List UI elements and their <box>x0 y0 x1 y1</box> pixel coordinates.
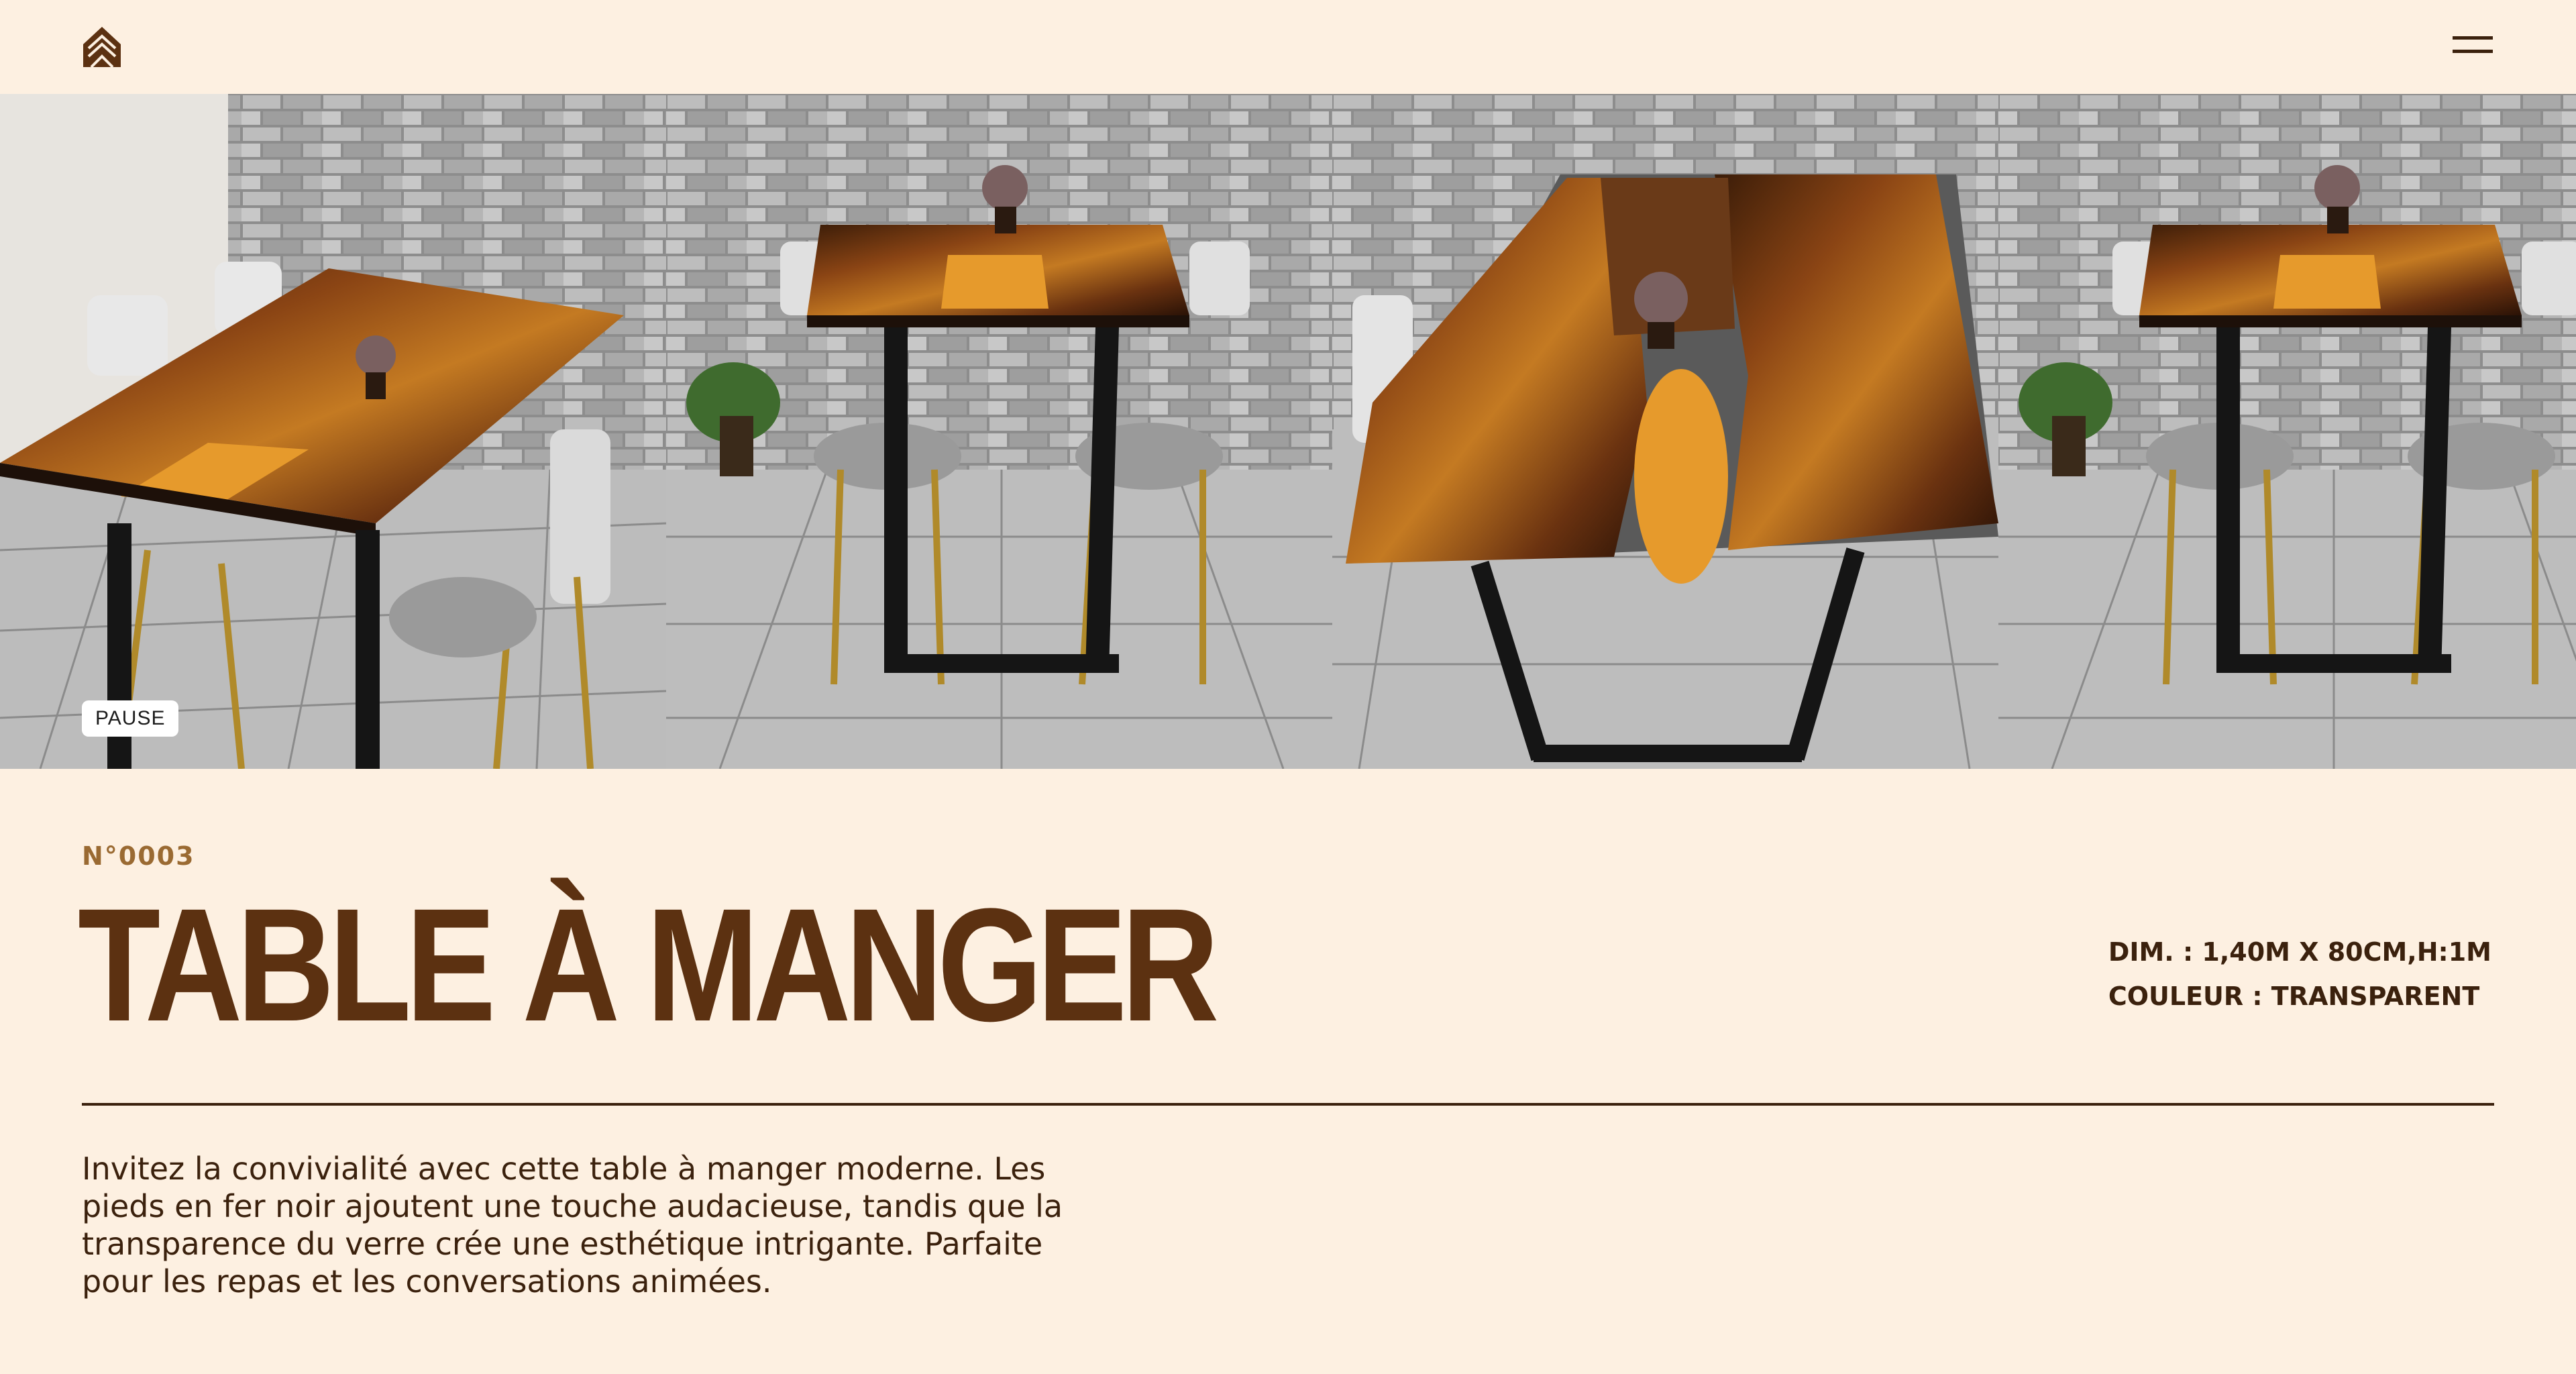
gallery-image-1 <box>0 94 666 769</box>
product-specs: DIM. : 1,40M X 80CM,H:1M COULEUR : TRANS… <box>2108 930 2491 1018</box>
spec-color: COULEUR : TRANSPARENT <box>2108 982 2480 1011</box>
site-header <box>0 0 2576 94</box>
product-title: TABLE À MANGER <box>78 875 1219 1055</box>
spec-dimensions: DIM. : 1,40M X 80CM,H:1M <box>2108 937 2491 967</box>
product-number: N°0003 <box>82 841 195 871</box>
hamburger-menu-icon[interactable] <box>2453 35 2493 58</box>
house-logo-icon[interactable] <box>82 25 122 68</box>
pause-button[interactable]: PAUSE <box>82 700 179 737</box>
gallery-image-2 <box>666 94 1332 769</box>
divider <box>82 1103 2494 1106</box>
gallery-image-4 <box>1998 94 2576 769</box>
image-carousel[interactable] <box>0 94 2576 769</box>
gallery-image-3 <box>1332 94 1998 769</box>
product-description: Invitez la convivialité avec cette table… <box>82 1151 1063 1300</box>
